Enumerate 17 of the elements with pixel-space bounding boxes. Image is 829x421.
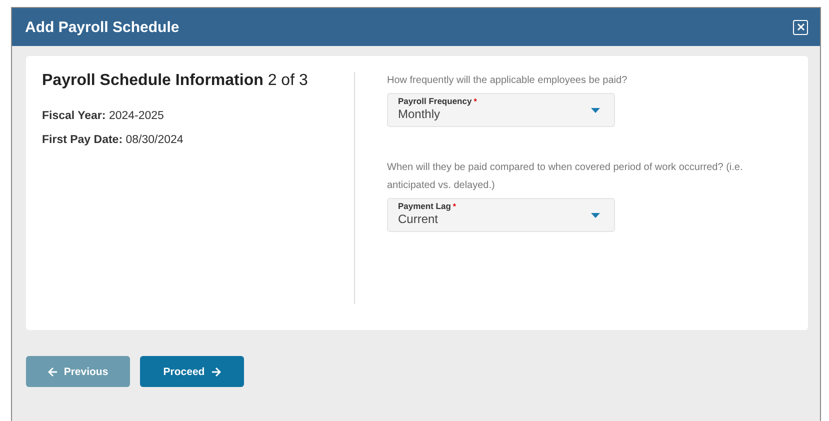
arrow-right-icon [210, 366, 221, 376]
required-mark: * [474, 97, 477, 106]
close-icon [796, 23, 804, 31]
dropdown-field[interactable]: Payment Lag * Current [387, 198, 615, 232]
question-text: When will they be paid compared to when covered period of work occurred? (i.e. anticipated vs. delayed.) [387, 161, 744, 193]
detail-text: First Pay Date: 08/30/2024 [42, 134, 184, 146]
question-text: How frequently will the applicable employees be paid? [387, 74, 628, 88]
required-mark: * [452, 202, 456, 211]
close-button[interactable] [793, 20, 808, 34]
dialog-title: Add Payroll Schedule [25, 18, 180, 36]
arrow-left-icon [48, 366, 58, 376]
section-heading: Payroll Schedule Information 2 of 3 [42, 72, 309, 90]
caret-icon [591, 108, 600, 113]
caret-icon [591, 213, 600, 218]
dropdown-field[interactable]: Payroll Frequency * Monthly [387, 93, 615, 127]
detail-text: Fiscal Year: 2024-2025 [42, 110, 165, 122]
proceed-button[interactable]: Proceed [140, 356, 244, 387]
